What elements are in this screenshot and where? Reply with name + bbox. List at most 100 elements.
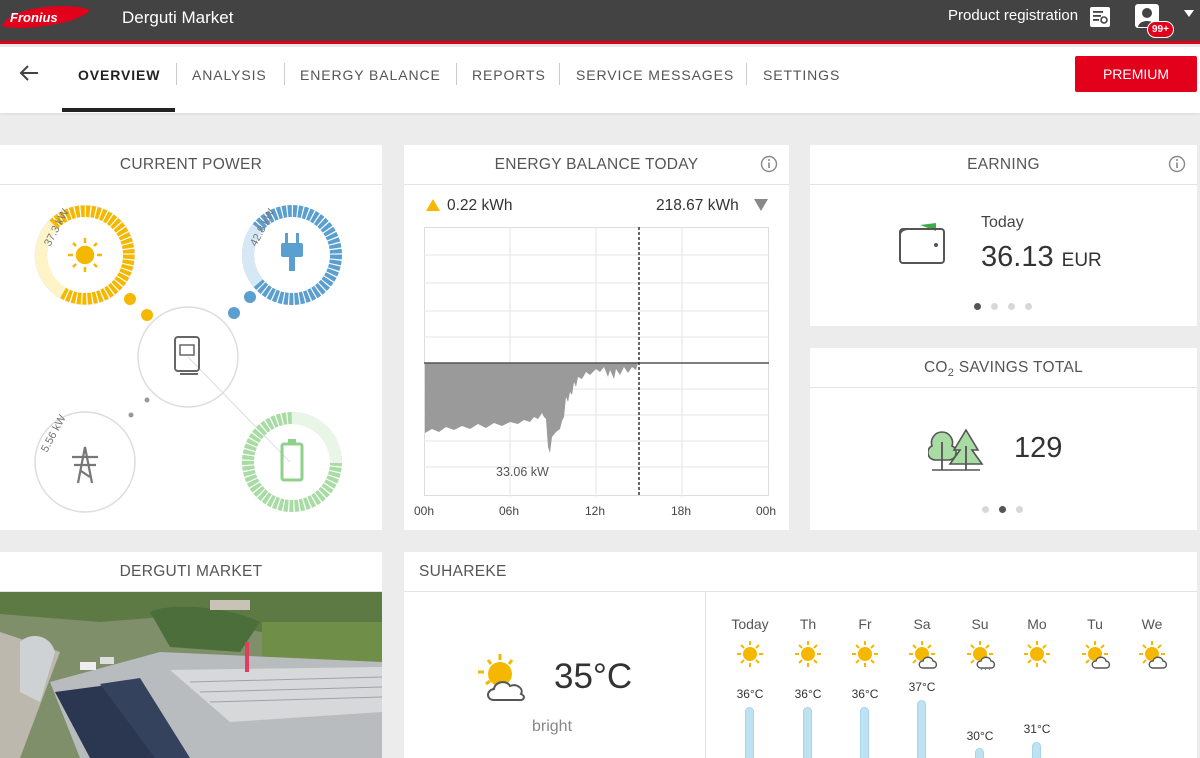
fronius-logo[interactable]: Fronius (0, 4, 92, 30)
forecast-temperature: 36°C (736, 687, 764, 701)
weather-location: SUHAREKE (404, 552, 1197, 592)
triangle-down-icon (754, 199, 768, 211)
energy-balance-title: ENERGY BALANCE TODAY (404, 145, 789, 185)
forecast-temperature: 36°C (851, 687, 879, 701)
product-registration-link[interactable]: Product registration (948, 7, 1078, 24)
active-tab-indicator (62, 108, 175, 112)
tab-separator (559, 63, 560, 85)
sun-icon (852, 641, 878, 667)
forecast-day: Su (971, 616, 989, 632)
forecast-temperature: 30°C (966, 729, 994, 743)
earning-value: 36.13 (981, 241, 1054, 273)
weather-card: SUHAREKE 35°C bright Today 36°C Th 36°C Fr 36… (404, 552, 1197, 758)
battery-icon (280, 439, 304, 482)
certificate-icon[interactable] (1088, 5, 1112, 29)
temperature-bar (1032, 742, 1041, 758)
sun-icon (795, 641, 821, 667)
site-card: DERGUTI MARKET (0, 552, 382, 758)
tab-reports[interactable]: REPORTS (472, 67, 546, 83)
current-condition: bright (532, 718, 573, 735)
back-arrow-icon[interactable] (18, 63, 40, 83)
earning-label: Today (981, 214, 1024, 231)
carousel-dot[interactable] (974, 303, 981, 310)
temperature-bar (803, 707, 812, 758)
sun-cloud-icon (909, 641, 938, 669)
forecast-day: Fr (858, 616, 872, 632)
trees-icon (928, 428, 984, 471)
tab-separator (746, 63, 747, 85)
peak-power-label: 33.06 kW (496, 465, 549, 479)
earning-card: EARNING Today 36.13 EUR (810, 145, 1197, 326)
energy-consumed-value: 218.67 kWh (656, 197, 739, 214)
forecast-day: We (1141, 616, 1163, 632)
temperature-bar (745, 707, 754, 758)
triangle-up-icon (426, 199, 440, 211)
forecast-temperature: 36°C (794, 687, 822, 701)
current-temperature: 35°C (554, 657, 633, 696)
carousel-dot[interactable] (1016, 506, 1023, 513)
battery-ring (242, 412, 342, 512)
sun-cloud-icon (1082, 641, 1111, 669)
sun-icon (737, 641, 763, 667)
temperature-bar (975, 748, 984, 758)
power-flow-diagram[interactable]: 37.3 kW 42.8 kW 5.56 kW (0, 185, 382, 530)
top-bar: Fronius Derguti Market Product registrat… (0, 0, 1200, 44)
tab-separator (456, 63, 457, 85)
divider (705, 592, 706, 758)
energy-balance-card: ENERGY BALANCE TODAY 0.22 kWh 218.67 kWh… (404, 145, 789, 530)
tab-service-messages[interactable]: SERVICE MESSAGES (576, 67, 734, 83)
site-photo[interactable] (0, 592, 382, 758)
carousel-dot[interactable] (1008, 303, 1015, 310)
tab-overview[interactable]: OVERVIEW (78, 67, 160, 83)
tab-separator (284, 63, 285, 85)
co2-savings-card: CO2 SAVINGS TOTAL 129 (810, 348, 1197, 530)
tab-separator (176, 63, 177, 85)
carousel-dot[interactable] (1025, 303, 1032, 310)
site-name: Derguti Market (122, 8, 234, 27)
current-power-title: CURRENT POWER (0, 145, 382, 185)
site-title: DERGUTI MARKET (0, 552, 382, 592)
forecast-temperature: 31°C (1023, 722, 1051, 736)
energy-produced-value: 0.22 kWh (447, 197, 513, 214)
earning-value-row: 36.13 EUR (981, 241, 1102, 274)
sun-rain-icon (967, 641, 996, 670)
forecast-day: Today (731, 616, 769, 632)
temperature-bar (917, 700, 926, 758)
tab-energy-balance[interactable]: ENERGY BALANCE (300, 67, 441, 83)
temperature-bar (860, 707, 869, 758)
tab-analysis[interactable]: ANALYSIS (192, 67, 267, 83)
x-tick: 06h (499, 504, 520, 518)
carousel-dot[interactable] (991, 303, 998, 310)
x-tick: 00h (414, 504, 435, 518)
co2-value: 129 (1014, 432, 1063, 464)
inverter-icon (174, 336, 200, 375)
chevron-down-icon[interactable] (1184, 10, 1194, 18)
forecast-temperature: 37°C (908, 680, 936, 694)
plug-icon (281, 233, 303, 271)
premium-button[interactable]: PREMIUM (1075, 56, 1197, 92)
forecast-day: Th (799, 616, 817, 632)
sun-cloud-icon (478, 654, 525, 702)
carousel-dot[interactable] (999, 506, 1006, 513)
x-tick: 12h (585, 504, 606, 518)
wallet-icon (899, 223, 945, 264)
notification-badge[interactable]: 99+ (1147, 21, 1174, 38)
power-pylon-icon (72, 446, 98, 484)
forecast-day: Tu (1087, 616, 1103, 632)
sun-icon (1024, 641, 1050, 667)
earning-title: EARNING (810, 145, 1197, 185)
info-icon[interactable] (760, 155, 778, 173)
co2-savings-title: CO2 SAVINGS TOTAL (810, 348, 1197, 388)
svg-text:Fronius: Fronius (10, 10, 58, 25)
main-nav: OVERVIEW ANALYSIS ENERGY BALANCE REPORTS… (0, 47, 1200, 113)
info-icon[interactable] (1168, 155, 1186, 173)
earning-unit: EUR (1061, 250, 1102, 271)
forecast-day: Mo (1027, 616, 1047, 632)
current-power-card: CURRENT POWER 37.3 kW 42.8 kW 5.56 kW (0, 145, 382, 530)
x-tick: 18h (671, 504, 692, 518)
tab-settings[interactable]: SETTINGS (763, 67, 840, 83)
energy-balance-chart[interactable] (424, 227, 769, 497)
forecast-day: Sa (913, 616, 931, 632)
sun-icon (68, 238, 102, 272)
carousel-dot[interactable] (982, 506, 989, 513)
